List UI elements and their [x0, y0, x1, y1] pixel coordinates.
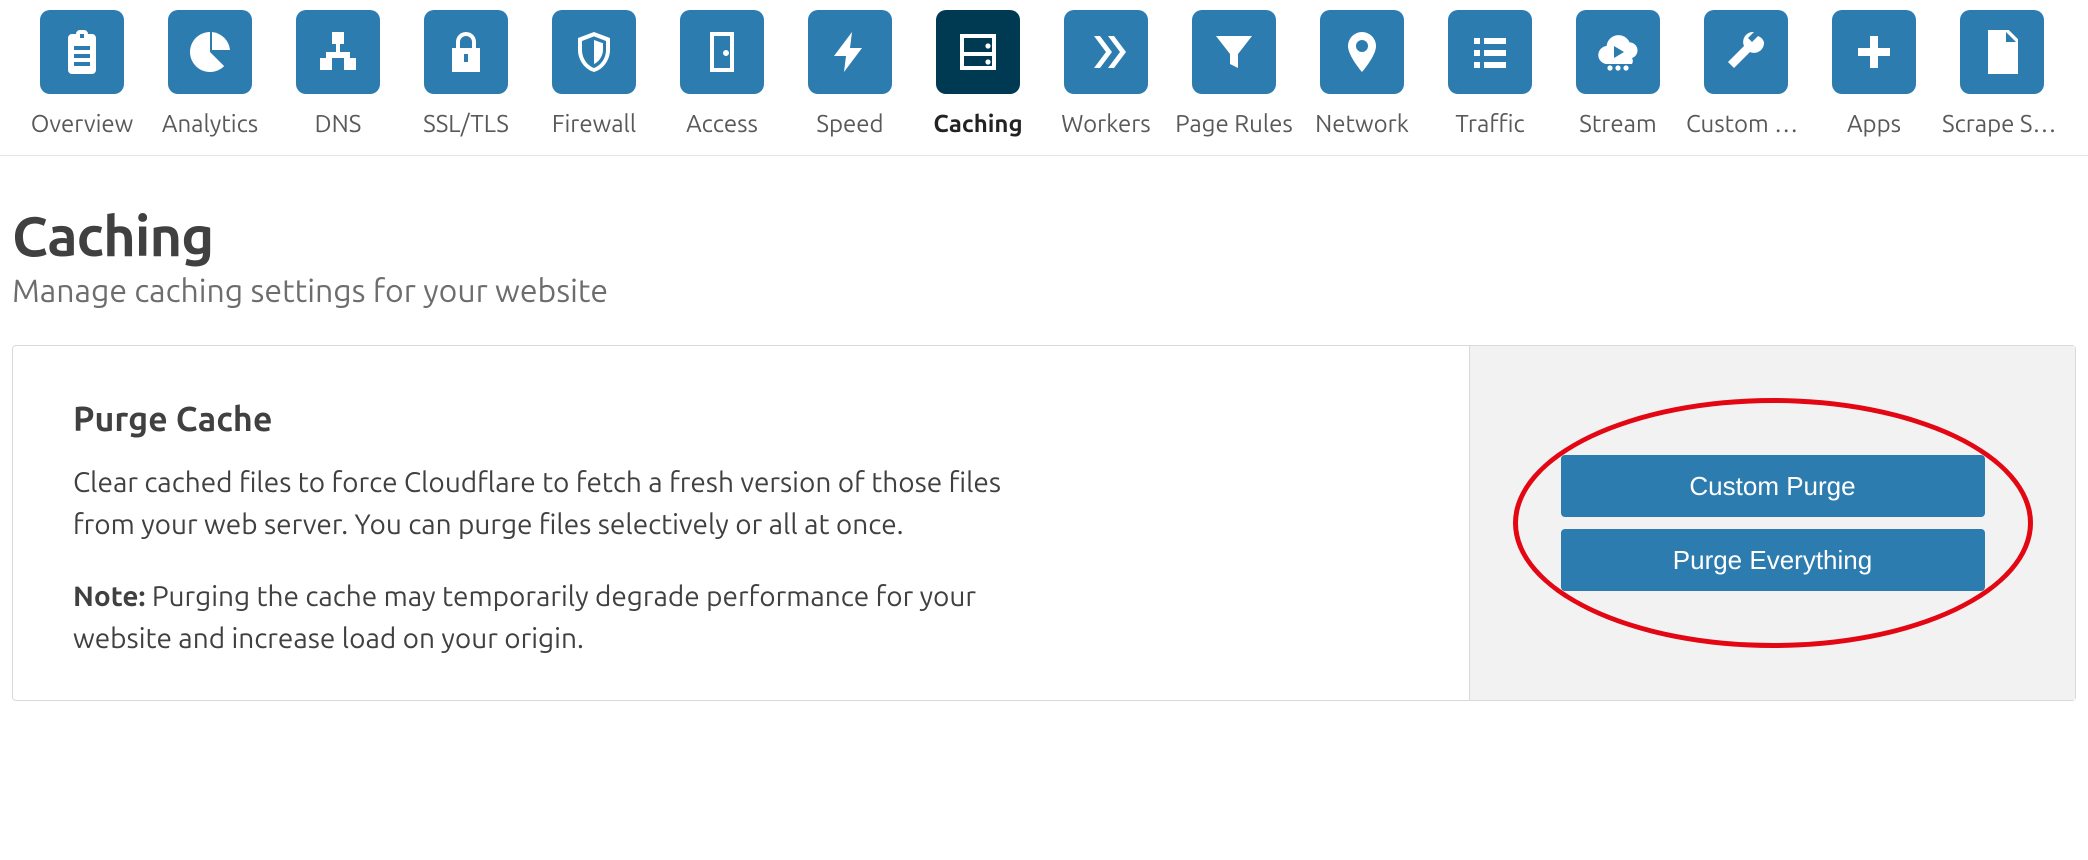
- page-subtitle: Manage caching settings for your website: [12, 273, 2076, 309]
- nav-item-workers[interactable]: Workers: [1042, 10, 1170, 155]
- nav-label: Analytics: [162, 110, 258, 137]
- page-header: Caching Manage caching settings for your…: [0, 156, 2088, 333]
- location-pin-icon: [1320, 10, 1404, 94]
- lightning-icon: [808, 10, 892, 94]
- funnel-icon: [1192, 10, 1276, 94]
- door-icon: [680, 10, 764, 94]
- nav-label: Network: [1315, 110, 1409, 137]
- purge-cache-card: Purge Cache Clear cached files to force …: [12, 345, 2076, 701]
- page-title: Caching: [12, 204, 2076, 267]
- nav-item-traffic[interactable]: Traffic: [1426, 10, 1554, 155]
- nav-label: Apps: [1847, 110, 1901, 137]
- top-nav: Overview Analytics DNS SSL/TLS Firewall …: [0, 0, 2088, 156]
- drive-icon: [936, 10, 1020, 94]
- pie-chart-icon: [168, 10, 252, 94]
- custom-purge-button[interactable]: Custom Purge: [1561, 455, 1985, 517]
- clipboard-icon: [40, 10, 124, 94]
- nav-item-network[interactable]: Network: [1298, 10, 1426, 155]
- nav-item-dns[interactable]: DNS: [274, 10, 402, 155]
- nav-label: DNS: [315, 110, 362, 137]
- nav-label: SSL/TLS: [423, 110, 509, 137]
- nav-item-firewall[interactable]: Firewall: [530, 10, 658, 155]
- nav-item-analytics[interactable]: Analytics: [146, 10, 274, 155]
- list-icon: [1448, 10, 1532, 94]
- nav-label: Firewall: [552, 110, 636, 137]
- workers-icon: [1064, 10, 1148, 94]
- nav-item-stream[interactable]: Stream: [1554, 10, 1682, 155]
- nav-label: Access: [686, 110, 758, 137]
- purge-everything-button[interactable]: Purge Everything: [1561, 529, 1985, 591]
- nav-label: Overview: [31, 110, 134, 137]
- document-icon: [1960, 10, 2044, 94]
- nav-item-apps[interactable]: Apps: [1810, 10, 1938, 155]
- note-text: Purging the cache may temporarily degrad…: [73, 581, 976, 654]
- plus-icon: [1832, 10, 1916, 94]
- lock-icon: [424, 10, 508, 94]
- nav-label: Workers: [1061, 110, 1150, 137]
- nav-label: Caching: [933, 110, 1022, 137]
- card-title: Purge Cache: [73, 400, 1409, 438]
- nav-item-custom-pages[interactable]: Custom P…: [1682, 10, 1810, 155]
- card-description: Clear cached files to force Cloudflare t…: [73, 462, 1053, 546]
- nav-label: Custom P…: [1686, 110, 1806, 137]
- nav-item-ssltls[interactable]: SSL/TLS: [402, 10, 530, 155]
- wrench-icon: [1704, 10, 1788, 94]
- nav-item-scrape-shield[interactable]: Scrape Sh…: [1938, 10, 2066, 155]
- nav-label: Speed: [816, 110, 883, 137]
- shield-icon: [552, 10, 636, 94]
- cloud-play-icon: [1576, 10, 1660, 94]
- card-note: Note: Purging the cache may temporarily …: [73, 576, 1053, 660]
- nav-item-speed[interactable]: Speed: [786, 10, 914, 155]
- nav-label: Page Rules: [1175, 110, 1293, 137]
- nav-label: Scrape Sh…: [1942, 110, 2062, 137]
- nav-item-access[interactable]: Access: [658, 10, 786, 155]
- card-side-panel: Custom Purge Purge Everything: [1469, 346, 2075, 700]
- card-main: Purge Cache Clear cached files to force …: [13, 346, 1469, 700]
- nav-item-caching[interactable]: Caching: [914, 10, 1042, 155]
- nav-label: Stream: [1579, 110, 1656, 137]
- highlight-annotation: [1513, 398, 2033, 648]
- sitemap-icon: [296, 10, 380, 94]
- nav-label: Traffic: [1455, 110, 1524, 137]
- nav-item-page-rules[interactable]: Page Rules: [1170, 10, 1298, 155]
- note-label: Note:: [73, 581, 145, 612]
- nav-item-overview[interactable]: Overview: [18, 10, 146, 155]
